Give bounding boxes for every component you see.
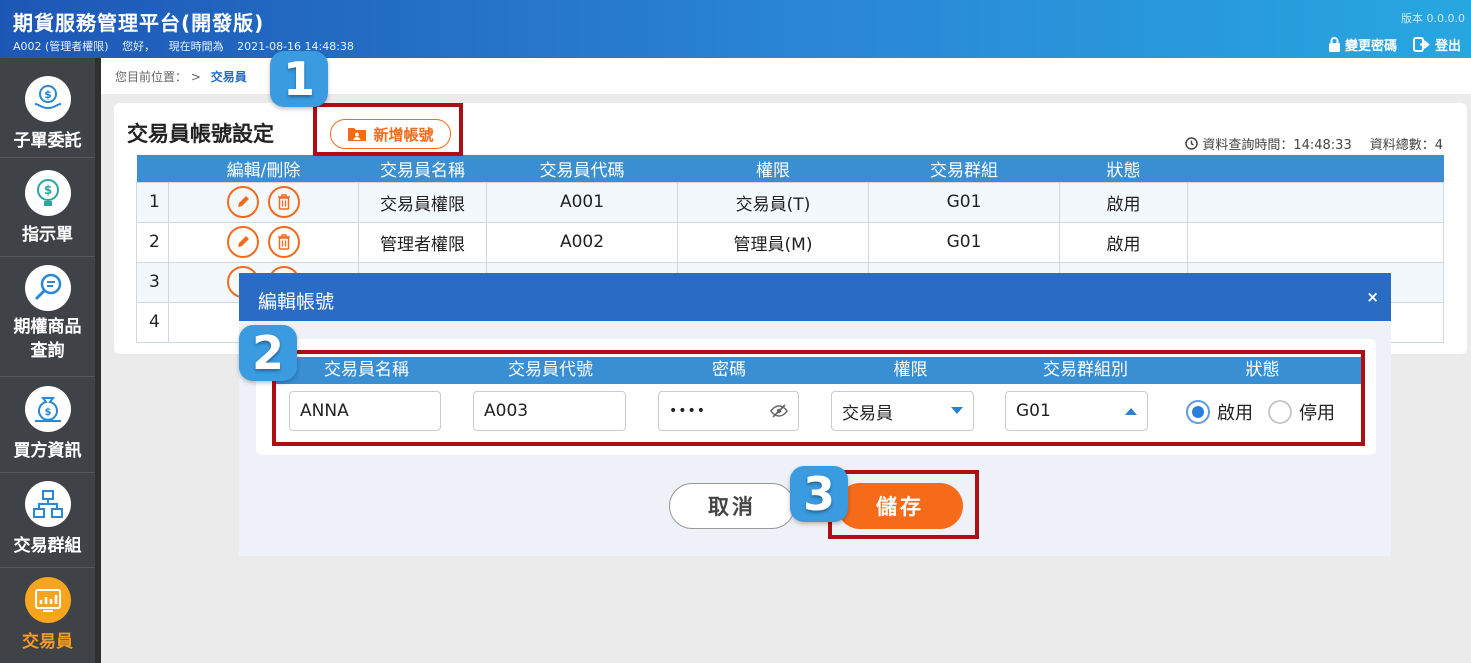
row-number: 1: [136, 181, 169, 223]
delete-button[interactable]: [268, 186, 301, 218]
edit-button[interactable]: [226, 226, 259, 258]
cell-role: 管理員(M): [677, 221, 869, 263]
step-badge-2: 2: [239, 325, 297, 381]
col-header-name: 交易員名稱: [358, 155, 487, 182]
cell-blank: [1187, 221, 1444, 263]
lock-icon: [1328, 37, 1340, 52]
sidebar-item-instruction[interactable]: $ 指示單: [0, 170, 95, 257]
edit-button[interactable]: [226, 186, 259, 218]
highlight-box-save: [828, 470, 979, 539]
hand-money-icon: $: [24, 76, 71, 122]
col-header-no: [136, 155, 169, 182]
app-title: 期貨服務管理平台(開發版): [13, 11, 265, 35]
moneybag-hand-icon: $: [24, 386, 71, 432]
query-time: 資料查詢時間：14:48:33: [1202, 138, 1352, 153]
logout-icon: [1412, 37, 1430, 52]
cancel-button[interactable]: 取消: [669, 483, 795, 529]
col-header-edit-delete: 編輯/刪除: [168, 155, 359, 182]
sidebar-item-label: 交易員: [22, 632, 73, 652]
row-number: 3: [136, 261, 169, 303]
logout-button[interactable]: 登出: [1412, 35, 1461, 54]
page-title: 交易員帳號設定: [127, 122, 274, 146]
logout-label: 登出: [1434, 39, 1461, 54]
sidebar-scrollbar[interactable]: [95, 58, 101, 663]
breadcrumb-prefix: 您目前位置：: [115, 70, 188, 84]
svg-text:$: $: [44, 88, 52, 101]
col-header-blank: [1187, 155, 1444, 182]
cell-role: 交易員(T): [677, 181, 869, 223]
sidebar-item-label: 子單委託: [13, 131, 82, 151]
breadcrumb-current[interactable]: 交易員: [211, 70, 247, 84]
table-row: 1 交易員權限 A001 交易員(T) G01 啟用: [136, 181, 1444, 223]
change-password-button[interactable]: 變更密碼: [1328, 35, 1397, 54]
greeting: 您好，: [122, 40, 156, 53]
col-header-role: 權限: [677, 155, 869, 182]
cell-status: 啟用: [1059, 181, 1188, 223]
close-icon[interactable]: ×: [1366, 288, 1379, 306]
user-id: A002 (管理者權限): [13, 40, 109, 53]
modal-title: 編輯帳號: [258, 291, 335, 313]
search-chat-icon: [24, 265, 71, 311]
cell-group: G01: [868, 221, 1060, 263]
sidebar-item-label: 期權商品查詢: [13, 317, 82, 361]
row-actions: [168, 181, 359, 223]
step-badge-1: 1: [270, 51, 328, 107]
sidebar-item-trader[interactable]: 交易員: [0, 577, 95, 663]
table-row: 2 管理者權限 A002 管理員(M) G01 啟用: [136, 221, 1444, 263]
trash-icon: [278, 234, 291, 250]
version-label: 版本 0.0.0.0: [1401, 12, 1465, 25]
money-bulb-icon: $: [24, 170, 71, 216]
col-header-group: 交易群組: [868, 155, 1060, 182]
change-password-label: 變更密碼: [1344, 39, 1397, 54]
time-label: 現在時間為: [168, 40, 224, 53]
cell-status: 啟用: [1059, 221, 1188, 263]
record-count: 資料總數：4: [1369, 138, 1443, 153]
sidebar-item-label: 交易群組: [13, 536, 82, 556]
sidebar-item-sub-order[interactable]: $ 子單委託: [0, 76, 95, 158]
query-info: 資料查詢時間：14:48:33 資料總數：4: [1185, 134, 1443, 153]
sidebar-item-label: 指示單: [22, 225, 73, 245]
cell-blank: [1187, 181, 1444, 223]
svg-text:$: $: [44, 407, 51, 418]
pencil-icon: [237, 196, 249, 207]
col-header-status: 狀態: [1059, 155, 1188, 182]
row-number: 4: [136, 301, 169, 343]
row-number: 2: [136, 221, 169, 263]
svg-text:$: $: [43, 183, 51, 197]
cell-code: A002: [486, 221, 678, 263]
cell-group: G01: [868, 181, 1060, 223]
sidebar-item-label: 買方資訊: [13, 441, 82, 461]
clock-icon: [1185, 137, 1199, 150]
modal-header: 編輯帳號 ×: [239, 273, 1391, 321]
pencil-icon: [237, 236, 249, 247]
row-actions: [168, 221, 359, 263]
chart-board-icon: [24, 577, 71, 623]
cell-name: 交易員權限: [358, 181, 487, 223]
breadcrumb-separator: >: [190, 70, 201, 84]
org-chart-icon: [24, 481, 71, 527]
sidebar-item-buyer-info[interactable]: $ 買方資訊: [0, 386, 95, 473]
col-header-code: 交易員代碼: [486, 155, 678, 182]
table-header-row: 編輯/刪除 交易員名稱 交易員代碼 權限 交易群組 狀態: [136, 155, 1444, 182]
highlight-box-add: [313, 103, 463, 156]
delete-button[interactable]: [268, 226, 301, 258]
cell-name: 管理者權限: [358, 221, 487, 263]
sidebar-item-product-query[interactable]: 期權商品查詢: [0, 265, 95, 377]
cell-code: A001: [486, 181, 678, 223]
sidebar-item-trade-group[interactable]: 交易群組: [0, 481, 95, 568]
top-header: 期貨服務管理平台(開發版) A002 (管理者權限) 您好， 現在時間為 202…: [0, 0, 1471, 58]
highlight-box-form: [272, 350, 1365, 446]
step-badge-3: 3: [790, 466, 848, 522]
trash-icon: [278, 194, 291, 210]
